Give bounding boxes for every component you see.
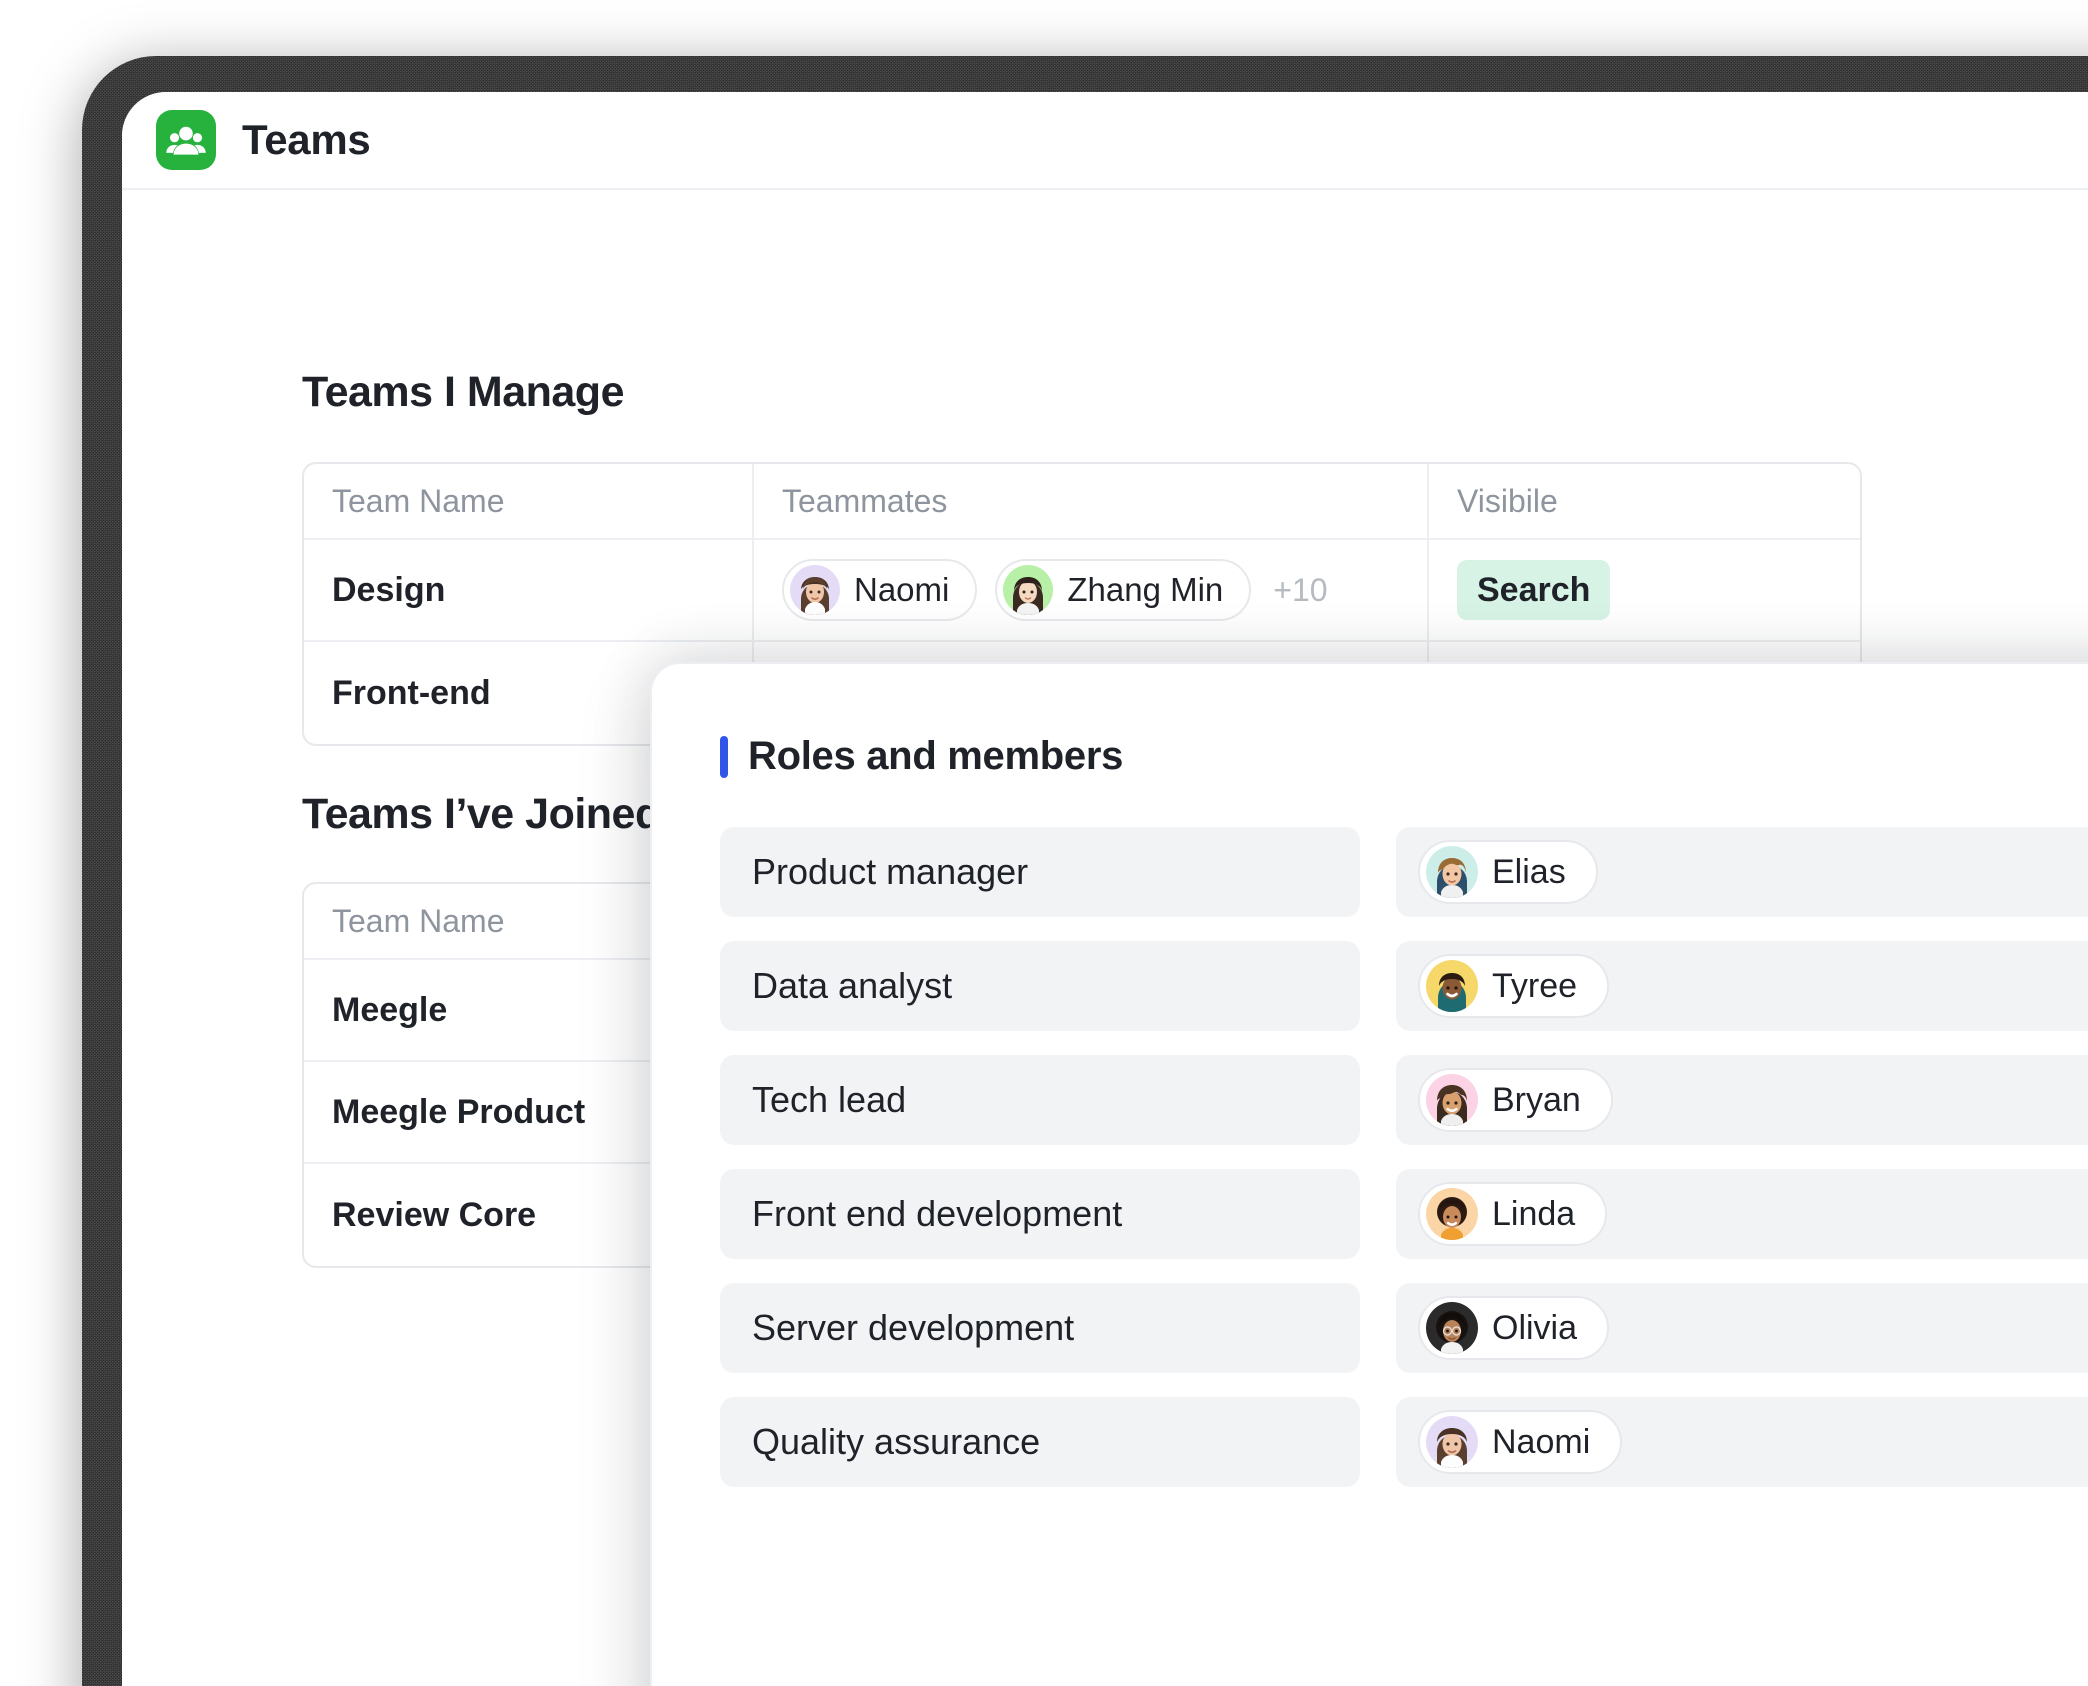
- avatar-zhang-min: [1003, 565, 1054, 615]
- role-name-pill[interactable]: Front end development: [720, 1169, 1360, 1259]
- list-item[interactable]: Product manager Elias: [720, 827, 2088, 917]
- role-label: Data analyst: [752, 965, 953, 1006]
- member-chip[interactable]: Linda: [1418, 1182, 1608, 1246]
- section-title-joined: Teams I’ve Joined: [302, 790, 661, 838]
- role-member-pill[interactable]: Elias: [1396, 827, 2088, 917]
- col-header-team-name: Team Name: [304, 464, 754, 538]
- member-chip[interactable]: Naomi: [1418, 1410, 1623, 1474]
- role-label: Front end development: [752, 1193, 1123, 1234]
- col-header-teammates: Teammates: [754, 464, 1429, 538]
- avatar-olivia: [1426, 1302, 1478, 1354]
- role-name-pill[interactable]: Data analyst: [720, 941, 1360, 1031]
- status-badge: Search: [1457, 560, 1611, 620]
- team-name-label: Review Core: [332, 1195, 537, 1234]
- list-item[interactable]: Server development Olivia: [720, 1283, 2088, 1373]
- teammate-name: Zhang Min: [1067, 571, 1224, 608]
- role-member-pill[interactable]: Naomi: [1396, 1397, 2088, 1487]
- table-header-row: Team Name Teammates Visibile: [304, 464, 1860, 540]
- team-name-label: Meegle: [332, 990, 448, 1029]
- role-label: Tech lead: [752, 1079, 907, 1120]
- member-name: Tyree: [1492, 966, 1578, 1005]
- teammate-chip[interactable]: Naomi: [782, 559, 978, 621]
- role-label: Server development: [752, 1307, 1075, 1348]
- teams-people-icon: [156, 110, 216, 170]
- role-name-pill[interactable]: Quality assurance: [720, 1397, 1360, 1487]
- role-member-pill[interactable]: Tyree: [1396, 941, 2088, 1031]
- member-chip[interactable]: Tyree: [1418, 954, 1610, 1018]
- list-item[interactable]: Data analyst Tyree: [720, 941, 2088, 1031]
- panel-header: Roles and members: [652, 664, 2088, 779]
- accent-bar-icon: [720, 735, 728, 778]
- app-title: Teams: [242, 116, 371, 163]
- teammate-name: Naomi: [854, 571, 950, 608]
- team-name-label: Meegle Product: [332, 1092, 586, 1131]
- list-item[interactable]: Tech lead Bryan: [720, 1055, 2088, 1145]
- col-header-visibile-label: Visibile: [1457, 482, 1558, 519]
- member-name: Naomi: [1492, 1422, 1591, 1461]
- team-name-label: Front-end: [332, 673, 491, 712]
- col-header-visibile: Visibile: [1429, 464, 1860, 538]
- member-name: Elias: [1492, 852, 1566, 891]
- role-label: Quality assurance: [752, 1421, 1041, 1462]
- teammate-chip-list: Naomi Zhang Min +10: [782, 559, 1328, 621]
- cell-teammates[interactable]: Naomi Zhang Min +10: [754, 540, 1429, 640]
- device-screen: Teams Teams I Manage Team Name Teammates…: [122, 92, 2088, 1686]
- avatar-bryan: [1426, 1074, 1478, 1126]
- avatar-linda: [1426, 1188, 1478, 1240]
- member-name: Bryan: [1492, 1080, 1581, 1119]
- panel-title: Roles and members: [748, 734, 1124, 778]
- role-member-pill[interactable]: Linda: [1396, 1169, 2088, 1259]
- member-name: Olivia: [1492, 1308, 1578, 1347]
- avatar-tyree: [1426, 960, 1478, 1012]
- roles-and-members-panel: Roles and members Product manager Elias …: [650, 662, 2088, 1686]
- table-row[interactable]: Design Naomi Zhang Min +10 Search: [304, 540, 1860, 642]
- member-chip[interactable]: Elias: [1418, 840, 1598, 904]
- role-member-pill[interactable]: Bryan: [1396, 1055, 2088, 1145]
- role-label: Product manager: [752, 851, 1029, 892]
- list-item[interactable]: Quality assurance Naomi: [720, 1397, 2088, 1487]
- member-name: Linda: [1492, 1194, 1576, 1233]
- screenshot-root: Teams Teams I Manage Team Name Teammates…: [0, 0, 2088, 1686]
- col-header-team-name-label: Team Name: [332, 482, 505, 519]
- role-name-pill[interactable]: Product manager: [720, 827, 1360, 917]
- col-header-team-name-label: Team Name: [332, 902, 505, 939]
- role-member-pill[interactable]: Olivia: [1396, 1283, 2088, 1373]
- role-name-pill[interactable]: Tech lead: [720, 1055, 1360, 1145]
- teammate-chip[interactable]: Zhang Min: [995, 559, 1252, 621]
- list-item[interactable]: Front end development Linda: [720, 1169, 2088, 1259]
- cell-visibility[interactable]: Search: [1429, 540, 1860, 640]
- avatar-naomi: [1426, 1416, 1478, 1468]
- col-header-teammates-label: Teammates: [782, 482, 948, 519]
- role-name-pill[interactable]: Server development: [720, 1283, 1360, 1373]
- cell-team-name[interactable]: Design: [304, 540, 754, 640]
- teammates-overflow-count[interactable]: +10: [1273, 572, 1327, 609]
- app-header: Teams: [122, 92, 2088, 190]
- avatar-naomi: [790, 565, 840, 615]
- team-name-label: Design: [332, 570, 446, 609]
- member-chip[interactable]: Bryan: [1418, 1068, 1613, 1132]
- roles-list: Product manager Elias Data analyst Tyree…: [652, 779, 2088, 1487]
- section-title-manage: Teams I Manage: [302, 368, 625, 416]
- member-chip[interactable]: Olivia: [1418, 1296, 1610, 1360]
- avatar-elias: [1426, 846, 1478, 898]
